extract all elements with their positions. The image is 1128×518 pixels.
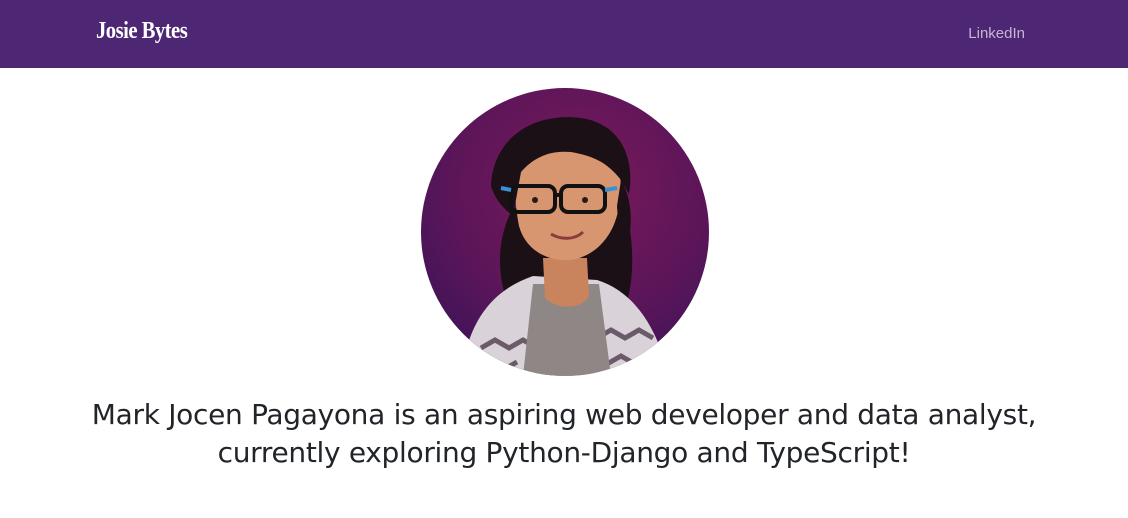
profile-illustration-icon: [421, 88, 709, 376]
top-navbar: Josie Bytes LinkedIn: [0, 0, 1128, 68]
profile-bio: Mark Jocen Pagayona is an aspiring web d…: [91, 398, 1037, 469]
brand-link[interactable]: Josie Bytes: [96, 18, 188, 45]
profile-avatar: [421, 88, 709, 376]
nav-link-linkedin[interactable]: LinkedIn: [968, 25, 1025, 42]
